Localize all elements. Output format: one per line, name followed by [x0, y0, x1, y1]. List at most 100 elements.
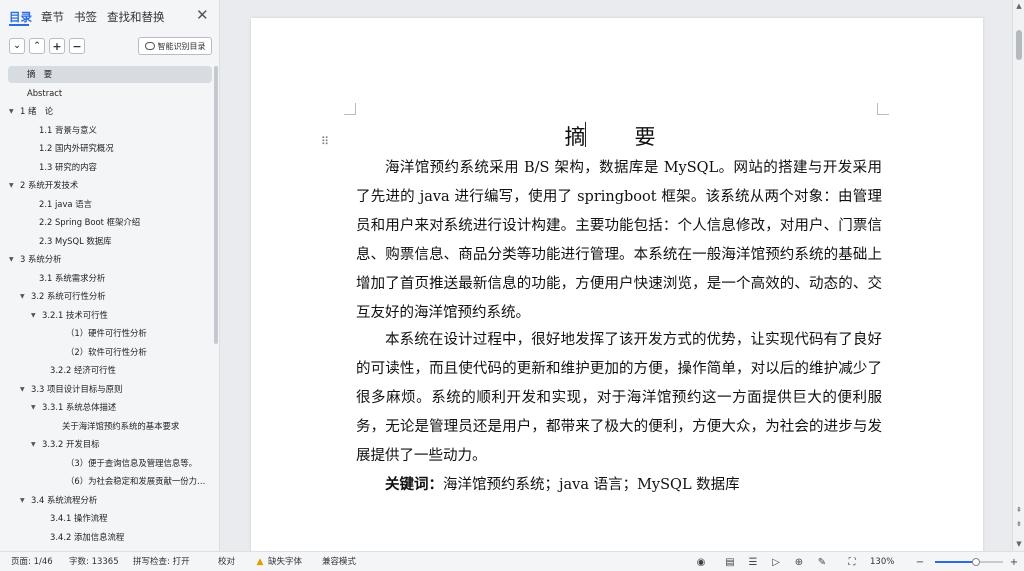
word-count[interactable]: 字数: 13365 [69, 557, 119, 567]
spellcheck-status[interactable]: 拼写检查: 打开 [133, 557, 190, 567]
tab-find-replace[interactable]: 查找和替换 [107, 9, 165, 25]
toc-item-label: （2）软件可行性分析 [66, 346, 147, 357]
toc-item[interactable]: ▼ 3.2.1 技术可行性 [8, 307, 212, 324]
toc-toolbar: ⌄ ⌃ + − 智能识别目录 [0, 36, 220, 58]
toc-item[interactable]: 摘 要 [8, 66, 212, 83]
minus-icon[interactable]: − [69, 38, 85, 54]
toc-item[interactable]: ▼ 2 系统开发技术 [8, 177, 212, 194]
caret-down-icon[interactable]: ▼ [31, 307, 36, 324]
toc-item[interactable]: 3.4.2 添加信息流程 [8, 529, 212, 546]
active-tab-indicator [9, 24, 29, 26]
toc-item[interactable]: （3）便于查询信息及管理信息等。 [8, 455, 212, 472]
close-icon[interactable]: ✕ [196, 7, 209, 23]
toc-item-label: 3.4.1 操作流程 [50, 513, 108, 523]
document-scrollbar[interactable]: ▲ ⇞ ⇟ ▼ [1012, 0, 1024, 551]
toc-item[interactable]: 2.2 Spring Boot 框架介绍 [8, 214, 212, 231]
paragraph[interactable]: 海洋馆预约系统采用 B/S 架构，数据库是 MySQL。网站的搭建与开发采用了先… [356, 154, 882, 328]
toc-item-label: 1.1 背景与意义 [39, 124, 97, 135]
tab-chapters[interactable]: 章节 [41, 9, 64, 25]
document-title[interactable]: 摘 要 [251, 121, 983, 151]
toc-item[interactable]: 2.3 MySQL 数据库 [8, 233, 212, 250]
toc-item[interactable]: （1）硬件可行性分析 [8, 325, 212, 342]
caret-down-icon[interactable]: ▼ [9, 177, 14, 194]
toc-item[interactable]: （6）为社会稳定和发展贡献一份力… [8, 473, 212, 490]
list-icon[interactable]: ☰ [747, 556, 759, 568]
paragraph[interactable]: 本系统在设计过程中，很好地发挥了该开发方式的优势，让实现代码有了良好的可读性，而… [356, 326, 882, 471]
eye-icon[interactable]: ◉ [695, 556, 707, 568]
toc-item-label: 1.3 研究的内容 [39, 161, 97, 172]
zoom-slider-handle[interactable] [971, 558, 980, 566]
missing-font-button[interactable]: 缺失字体 [268, 557, 302, 567]
caret-down-icon[interactable]: ▼ [9, 251, 14, 268]
pen-icon[interactable]: ✎ [816, 556, 828, 568]
fit-page-icon[interactable]: ⛶ [846, 556, 858, 568]
toc-item[interactable]: Abstract [8, 85, 212, 102]
plus-icon[interactable]: + [49, 38, 65, 54]
toc-item-label: 3.3 项目设计目标与原则 [31, 383, 123, 394]
page-indicator[interactable]: 页面: 1/46 [11, 557, 53, 567]
toc-item[interactable]: 3.4.1 操作流程 [8, 510, 212, 527]
toc-item[interactable]: 1.2 国内外研究概况 [8, 140, 212, 157]
scroll-up-icon[interactable]: ▲ [1015, 2, 1023, 10]
zoom-slider[interactable] [935, 558, 1003, 566]
caret-down-icon[interactable]: ▼ [9, 103, 14, 120]
tab-toc[interactable]: 目录 [9, 9, 32, 25]
toc-item-label: 关于海洋馆预约系统的基本要求 [62, 420, 180, 431]
proofread-button[interactable]: 校对 [218, 557, 235, 567]
zoom-level[interactable]: 130% [870, 557, 894, 567]
toc-item[interactable]: ▼ 3.3.2 开发目标 [8, 436, 212, 453]
toc-item[interactable]: ▼ 3 系统分析 [8, 251, 212, 268]
toc-item[interactable]: 3.2.2 经济可行性 [8, 362, 212, 379]
toc-item-label: （3）便于查询信息及管理信息等。 [66, 457, 197, 468]
caret-down-icon[interactable]: ▼ [20, 381, 25, 398]
caret-down-icon[interactable]: ▼ [31, 436, 36, 453]
caret-down-icon[interactable]: ▼ [20, 492, 25, 509]
smart-toc-label: 智能识别目录 [157, 41, 206, 51]
zoom-out-icon[interactable]: − [914, 556, 926, 568]
toc-item[interactable]: ▼ 3.3 项目设计目标与原则 [8, 381, 212, 398]
toc-item-label: 1 绪 论 [20, 106, 54, 116]
toc-item[interactable]: （2）软件可行性分析 [8, 344, 212, 361]
toc-item[interactable]: 1.1 背景与意义 [8, 122, 212, 139]
keywords-label: 关键词： [385, 476, 443, 493]
document-page[interactable]: ⠿ 摘 要 海洋馆预约系统采用 B/S 架构，数据库是 MySQL。网站的搭建与… [251, 18, 983, 551]
toc-item[interactable]: ▼ 1 绪 论 [8, 103, 212, 120]
toc-item[interactable]: ▼ 3.4 系统流程分析 [8, 492, 212, 509]
chevron-down-icon[interactable]: ⌄ [9, 38, 25, 54]
text-cursor [585, 122, 586, 147]
next-page-icon[interactable]: ⇟ [1015, 520, 1023, 528]
toc-sidebar: 目录 章节 书签 查找和替换 ✕ ⌄ ⌃ + − 智能识别目录 摘 要 Abstr… [0, 0, 220, 551]
toc-item-label: 3.2.2 经济可行性 [50, 365, 116, 375]
scroll-down-icon[interactable]: ▼ [1015, 540, 1023, 548]
compat-mode-label: 兼容模式 [322, 557, 357, 567]
sidebar-scrollbar[interactable] [214, 66, 218, 344]
globe-icon[interactable]: ⊕ [793, 556, 805, 568]
scrollbar-thumb[interactable] [1016, 30, 1022, 60]
toc-item-label: 2.2 Spring Boot 框架介绍 [39, 217, 141, 227]
play-icon[interactable]: ▷ [770, 556, 782, 568]
caret-down-icon[interactable]: ▼ [20, 288, 25, 305]
toc-item-label: 3.3.1 系统总体描述 [42, 402, 117, 412]
toc-item-label: 3.1 系统需求分析 [39, 272, 106, 283]
tab-bookmarks[interactable]: 书签 [74, 9, 97, 25]
caret-down-icon[interactable]: ▼ [31, 399, 36, 416]
margin-corner-marker [877, 103, 889, 115]
toc-item[interactable]: ▼ 3.2 系统可行性分析 [8, 288, 212, 305]
toc-item[interactable]: ▼ 3.3.1 系统总体描述 [8, 399, 212, 416]
toc-list: 摘 要 Abstract ▼ 1 绪 论 1.1 背景与意义 1.2 国内外研究概况 1.3… [0, 66, 214, 548]
keywords-line[interactable]: 关键词：海洋馆预约系统；java 语言；MySQL 数据库 [385, 470, 740, 500]
toc-item-label: 2.1 java 语言 [39, 198, 92, 209]
toc-item[interactable]: 3.1 系统需求分析 [8, 270, 212, 287]
toc-item[interactable]: 关于海洋馆预约系统的基本要求 [8, 418, 212, 435]
toc-item-label: （1）硬件可行性分析 [66, 328, 147, 338]
toc-item-label: 2 系统开发技术 [20, 180, 79, 190]
toc-item[interactable]: 2.1 java 语言 [8, 196, 212, 213]
zoom-in-icon[interactable]: + [1008, 556, 1020, 568]
prev-page-icon[interactable]: ⇞ [1015, 506, 1023, 514]
chevron-up-icon[interactable]: ⌃ [29, 38, 45, 54]
toc-item[interactable]: 1.3 研究的内容 [8, 159, 212, 176]
smart-toc-button[interactable]: 智能识别目录 [138, 37, 212, 55]
toc-item-label: 3.2.1 技术可行性 [42, 309, 108, 320]
page-view-icon[interactable]: ▤ [724, 556, 736, 568]
toc-item-label: 2.3 MySQL 数据库 [39, 235, 112, 246]
